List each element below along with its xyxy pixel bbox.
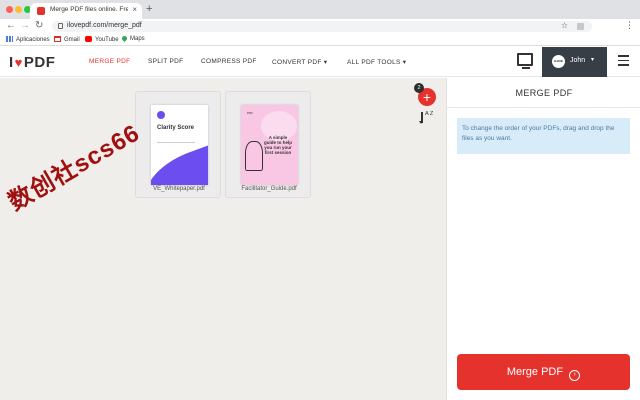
bookmark-label: Maps [130,36,145,42]
file-card[interactable]: PDF A simple guide to help you run your … [225,91,311,198]
sort-az-button[interactable]: A Z [419,111,435,125]
nav-all-pdf-tools[interactable]: ALL PDF TOOLS ▾ [347,58,406,66]
apps-icon [6,36,13,42]
user-menu[interactable]: ILOVE John ▾ [542,47,607,77]
tab-close-icon[interactable]: × [132,5,137,14]
logo-text-pdf: PDF [23,54,56,71]
ilovepdf-favicon-icon [37,7,45,15]
bookmarks-bar: Aplicaciones Gmail YouTube Maps [0,34,640,46]
bookmark-apps[interactable]: Aplicaciones [6,36,50,43]
bookmark-star-icon[interactable]: ☆ [561,21,568,30]
back-arrow-icon[interactable]: ← [6,20,16,31]
file-thumbnail: PDF A simple guide to help you run your … [241,105,298,185]
tab-title: Merge PDF files online. Free serv [50,6,128,13]
bookmark-youtube[interactable]: YouTube [85,36,119,43]
desktop-app-icon[interactable] [517,53,533,69]
chevron-down-icon: ▾ [591,57,595,63]
bookmark-gmail[interactable]: Gmail [54,36,80,43]
doc-person-graphic [245,141,263,171]
doc-label: PDF [247,111,253,115]
file-workspace[interactable]: Clarity Score VE_Whitepaper.pdf PDF A si… [0,78,446,400]
extension-icon[interactable] [577,23,584,30]
bookmark-maps[interactable]: Maps [120,34,145,43]
file-name: Facilitator_Guide.pdf [241,186,297,192]
url-bar[interactable]: ilovepdf.com/merge_pdf ☆ [52,21,592,32]
hamburger-menu-icon[interactable] [618,55,629,66]
sort-label: A Z [425,111,434,117]
watermark: 数创社scs66 [4,119,145,217]
sidebar-title: MERGE PDF [447,78,640,108]
sort-arrow-icon [419,112,423,124]
doc-lines [157,142,195,143]
file-name: VE_Whitepaper.pdf [153,186,205,192]
info-message: To change the order of your PDFs, drag a… [457,118,630,154]
browser-tab-strip: Merge PDF files online. Free serv × + [0,0,640,19]
gmail-icon [54,36,61,42]
nav-compress-pdf[interactable]: COMPRESS PDF [201,58,257,65]
close-window-icon[interactable] [6,6,13,13]
url-text: ilovepdf.com/merge_pdf [67,22,142,29]
merge-button-label: Merge PDF [506,366,564,378]
heart-icon: ♥ [14,55,23,70]
youtube-icon [85,36,92,42]
maps-icon [120,34,129,43]
nav-convert-pdf[interactable]: CONVERT PDF ▾ [272,58,327,66]
file-thumbnail: Clarity Score [151,105,208,185]
merge-pdf-button[interactable]: Merge PDF › [457,354,630,390]
reload-icon[interactable]: ↻ [35,20,43,31]
file-count-badge: 2 [414,83,424,93]
lock-icon [58,23,63,29]
doc-title: Clarity Score [157,125,195,131]
file-card[interactable]: Clarity Score VE_Whitepaper.pdf [135,91,221,198]
doc-logo-icon [157,111,165,119]
avatar: ILOVE [552,55,565,68]
doc-wave-graphic [151,142,208,185]
browser-menu-icon[interactable]: ⋮ [625,20,634,31]
user-name: John [570,57,586,64]
address-bar-row: ← → ↻ ilovepdf.com/merge_pdf ☆ ⋮ [0,19,640,34]
new-tab-button[interactable]: + [146,3,152,15]
forward-arrow-icon[interactable]: → [20,20,30,31]
minimize-window-icon[interactable] [15,6,22,13]
nav-split-pdf[interactable]: SPLIT PDF [148,58,183,65]
arrow-right-icon: › [569,370,581,381]
nav-merge-pdf[interactable]: MERGE PDF [89,58,130,65]
site-header: I♥PDF MERGE PDF SPLIT PDF COMPRESS PDF C… [0,47,640,77]
browser-tab[interactable]: Merge PDF files online. Free serv × [30,3,142,19]
merge-sidebar: MERGE PDF To change the order of your PD… [446,78,640,400]
ilovepdf-logo[interactable]: I♥PDF [9,54,55,71]
bookmark-label: Gmail [64,37,80,43]
bookmark-label: YouTube [95,37,119,43]
bookmark-label: Aplicaciones [16,37,50,43]
logo-text-i: I [9,54,14,71]
doc-title: A simple guide to help you run your firs… [264,135,292,155]
